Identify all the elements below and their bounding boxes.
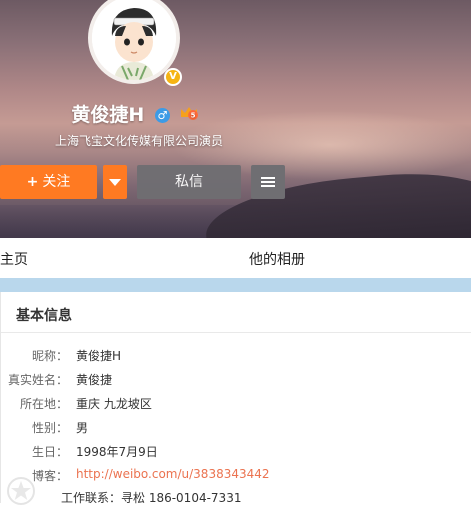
tab-album[interactable]: 他的相册 [249, 249, 305, 269]
profile-cover: V 黄俊捷H ♂ 5 上海飞宝文化传媒有限公司演员 + 关注 私信 [0, 0, 471, 238]
info-row-nickname: 昵称： 黄俊捷H [1, 347, 471, 367]
info-row-location: 所在地： 重庆 九龙坡区 [1, 395, 471, 415]
message-label: 私信 [175, 174, 203, 190]
info-value: 黄俊捷 [76, 373, 113, 387]
message-button[interactable]: 私信 [137, 165, 241, 199]
info-row-gender: 性别： 男 [1, 419, 471, 439]
info-row-realname: 真实姓名： 黄俊捷 [1, 371, 471, 391]
info-row-birthday: 生日： 1998年7月9日 [1, 443, 471, 463]
info-label: 昵称： [31, 349, 68, 363]
panel-divider [1, 332, 471, 333]
plus-icon: + [26, 174, 39, 190]
info-value: 黄俊捷H [76, 349, 122, 363]
info-value: 重庆 九龙坡区 [76, 397, 152, 411]
male-gender-icon: ♂ [154, 108, 170, 123]
profile-name-row: 黄俊捷H ♂ 5 [0, 100, 270, 127]
section-divider [0, 278, 471, 292]
info-value: 男 [76, 421, 89, 435]
follow-label: 关注 [42, 174, 71, 190]
verified-badge-icon: V [164, 68, 182, 86]
follow-options-button[interactable] [103, 165, 127, 199]
profile-name: 黄俊捷H [71, 104, 145, 126]
watermark [0, 470, 300, 505]
more-menu-button[interactable] [251, 165, 285, 199]
info-label: 性别： [31, 421, 68, 435]
svg-text:5: 5 [190, 112, 195, 120]
profile-tabs: 主页 他的相册 [0, 238, 471, 278]
info-value: 1998年7月9日 [76, 445, 158, 459]
hamburger-icon [261, 175, 275, 189]
info-label: 生日： [31, 445, 68, 459]
watermark-star-icon [7, 477, 35, 505]
tab-home[interactable]: 主页 [0, 249, 28, 269]
info-label: 所在地： [19, 397, 68, 411]
info-label: 真实姓名： [7, 373, 68, 387]
caret-down-icon [109, 178, 121, 186]
level-crown-icon: 5 [180, 107, 198, 120]
panel-title: 基本信息 [16, 308, 72, 324]
avatar-illustration [92, 0, 176, 80]
profile-subtitle: 上海飞宝文化传媒有限公司演员 [54, 134, 223, 148]
follow-button[interactable]: + 关注 [0, 165, 97, 199]
